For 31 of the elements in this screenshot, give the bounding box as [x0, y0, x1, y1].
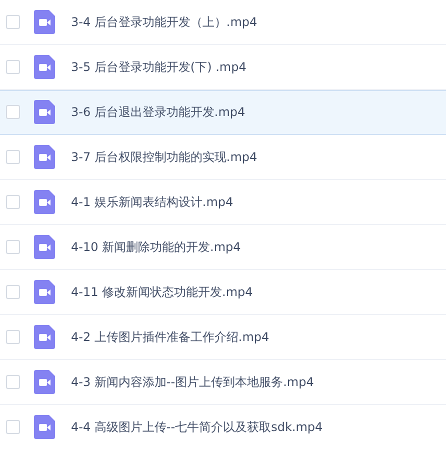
- file-name: 3-5 后台登录功能开发(下) .mp4: [71, 58, 246, 76]
- checkbox[interactable]: [6, 150, 20, 164]
- file-name: 3-7 后台权限控制功能的实现.mp4: [71, 148, 258, 166]
- checkbox[interactable]: [6, 330, 20, 344]
- video-file-icon: [34, 370, 55, 394]
- file-name: 3-4 后台登录功能开发（上）.mp4: [71, 14, 258, 30]
- video-file-icon: [34, 235, 55, 259]
- checkbox[interactable]: [6, 375, 20, 389]
- file-name: 4-10 新闻删除功能的开发.mp4: [71, 238, 241, 256]
- video-file-icon: [34, 280, 55, 304]
- video-file-icon: [34, 145, 55, 169]
- checkbox[interactable]: [6, 105, 20, 119]
- file-name: 3-6 后台退出登录功能开发.mp4: [71, 104, 246, 120]
- file-name: 4-3 新闻内容添加--图片上传到本地服务.mp4: [71, 374, 314, 390]
- checkbox[interactable]: [6, 240, 20, 254]
- video-file-icon: [34, 10, 55, 34]
- video-file-icon: [34, 190, 55, 214]
- video-file-icon: [34, 55, 55, 79]
- checkbox[interactable]: [6, 195, 20, 209]
- video-file-icon: [34, 100, 55, 124]
- file-name: 4-1 娱乐新闻表结构设计.mp4: [71, 194, 234, 210]
- file-name: 4-11 修改新闻状态功能开发.mp4: [71, 284, 253, 300]
- video-file-icon: [34, 325, 55, 349]
- file-row[interactable]: 3-6 后台退出登录功能开发.mp4: [0, 90, 446, 135]
- checkbox[interactable]: [6, 15, 20, 29]
- checkbox[interactable]: [6, 285, 20, 299]
- file-name: 4-2 上传图片插件准备工作介绍.mp4: [71, 328, 270, 346]
- file-name: 4-4 高级图片上传--七牛简介以及获取sdk.mp4: [71, 418, 323, 436]
- video-file-icon: [34, 415, 55, 439]
- checkbox[interactable]: [6, 420, 20, 434]
- checkbox[interactable]: [6, 60, 20, 74]
